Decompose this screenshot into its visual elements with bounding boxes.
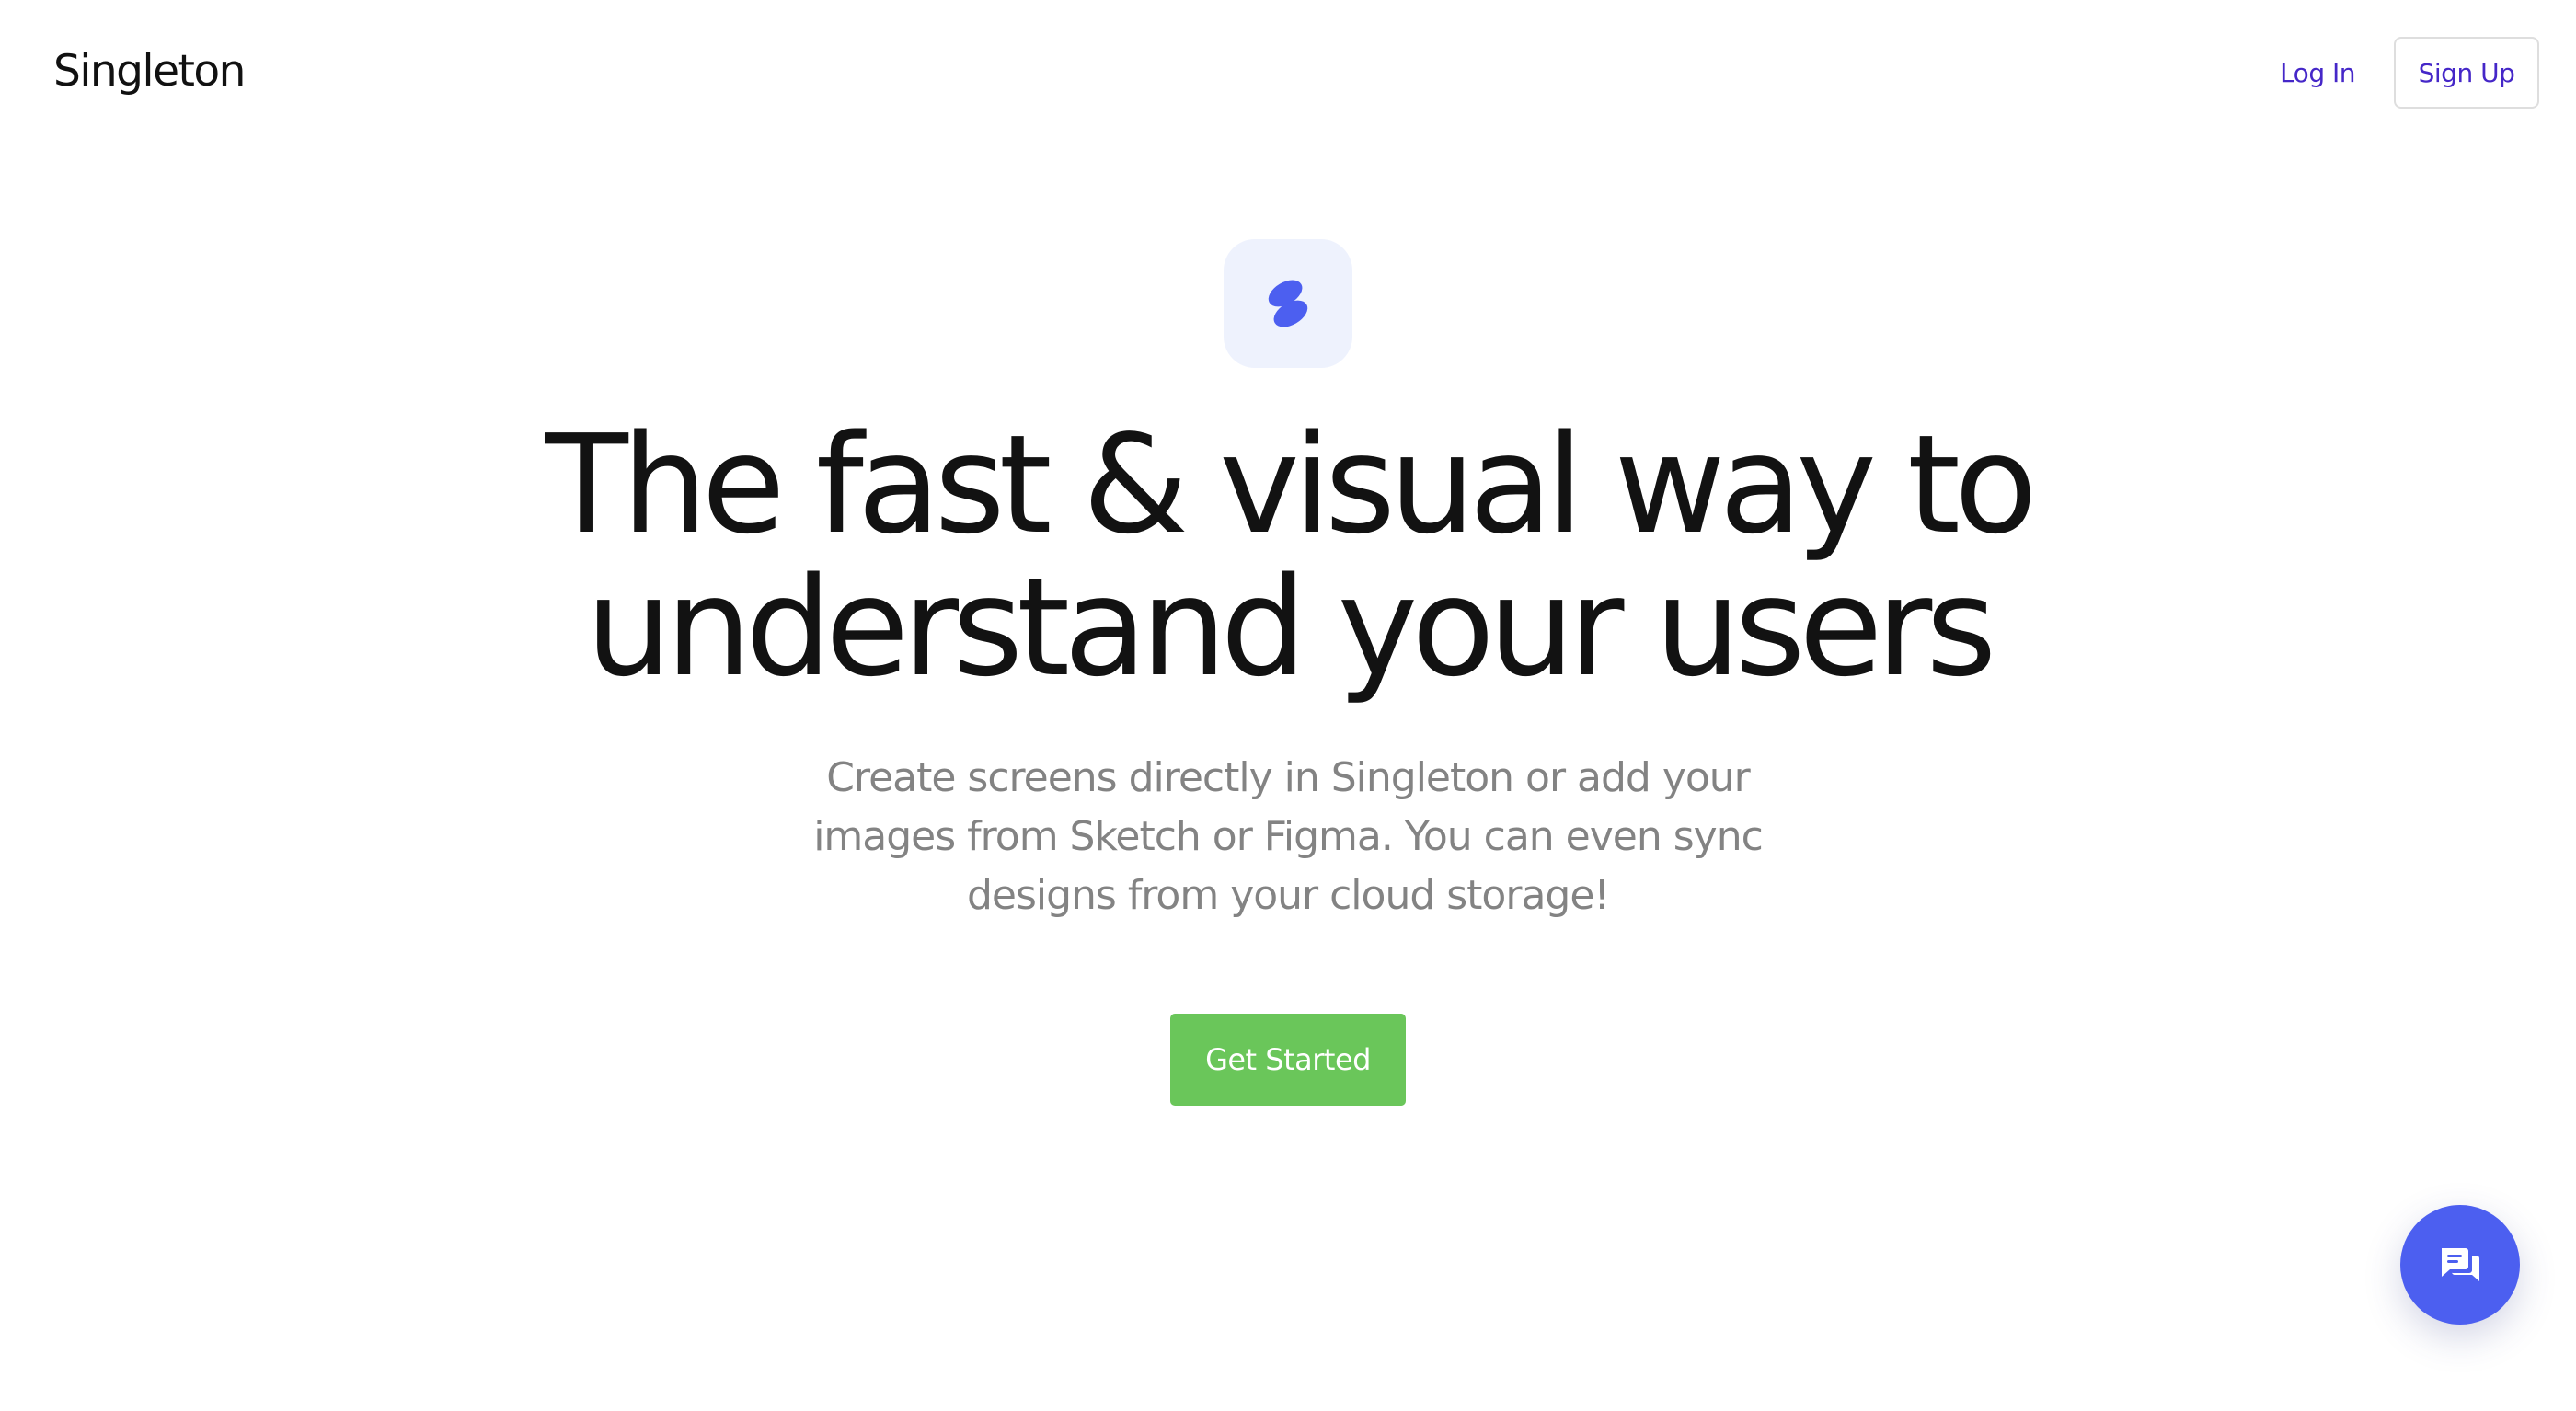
login-link[interactable]: Log In [2280,58,2355,88]
hero-headline: The fast & visual way to understand your… [0,414,2576,699]
subtitle-line-3: designs from your cloud storage! [966,872,1610,919]
subtitle-line-1: Create screens directly in Singleton or … [826,754,1751,801]
app-logo-tile [1224,239,1352,368]
headline-line-1: The fast & visual way to [545,406,2037,564]
chat-bubbles-icon [2442,1248,2479,1281]
hero-subtitle: Create screens directly in Singleton or … [791,749,1785,925]
brand-logo[interactable]: Singleton [53,42,246,101]
landing-page: Singleton Log In Sign Up The fast & visu… [0,0,2576,1411]
singleton-s-icon [1268,280,1308,327]
signup-button[interactable]: Sign Up [2394,37,2539,109]
subtitle-line-2: images from Sketch or Figma. You can eve… [813,813,1764,860]
top-nav: Log In Sign Up [2280,37,2539,109]
headline-line-2: understand your users [585,548,1997,706]
get-started-button[interactable]: Get Started [1170,1014,1406,1106]
chat-widget-button[interactable] [2400,1205,2520,1325]
